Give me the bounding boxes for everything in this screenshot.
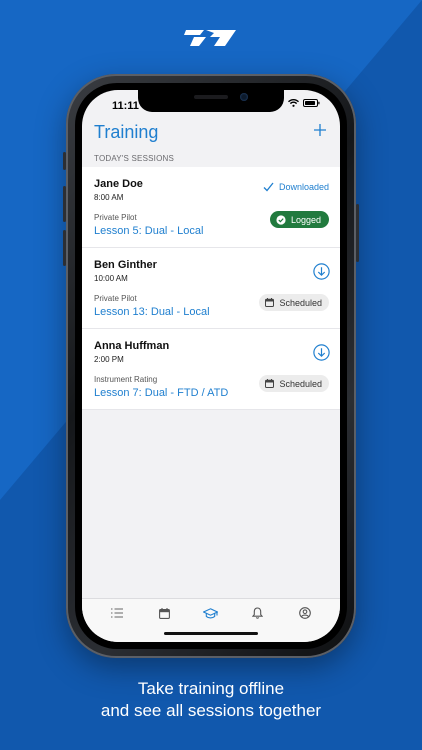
caption-line-1: Take training offline <box>137 679 285 698</box>
tab-calendar[interactable] <box>149 599 179 627</box>
status-badge: Logged <box>269 211 329 228</box>
wifi-icon <box>288 99 299 107</box>
section-label: TODAY'S SESSIONS <box>94 154 175 163</box>
download-icon[interactable] <box>313 263 330 280</box>
session-time: 8:00 AM <box>94 193 124 202</box>
list-icon <box>111 608 124 618</box>
brand-logo <box>184 30 236 46</box>
session-card[interactable]: Jane Doe 8:00 AM Private Pilot Lesson 5:… <box>82 167 340 248</box>
student-name: Ben Ginther <box>94 259 157 271</box>
status-label: Logged <box>290 214 321 225</box>
tab-profile[interactable] <box>290 599 320 627</box>
side-button <box>63 152 66 170</box>
status-label: Scheduled <box>279 297 322 308</box>
session-time: 10:00 AM <box>94 274 128 283</box>
calendar-icon <box>265 379 275 388</box>
status-label: Scheduled <box>279 378 322 389</box>
volume-up-button <box>63 186 66 222</box>
calendar-icon <box>265 298 275 307</box>
course-name: Private Pilot <box>94 294 137 303</box>
downloaded-label: Downloaded <box>278 182 329 192</box>
session-card[interactable]: Ben Ginther 10:00 AM Private Pilot Lesso… <box>82 248 340 329</box>
volume-down-button <box>63 230 66 266</box>
download-icon[interactable] <box>313 344 330 361</box>
course-name: Private Pilot <box>94 213 137 222</box>
page-title: Training <box>94 122 159 142</box>
caption-line-2: and see all sessions together <box>100 701 322 720</box>
plus-icon <box>314 124 326 136</box>
session-time: 2:00 PM <box>94 355 124 364</box>
session-card[interactable]: Anna Huffman 2:00 PM Instrument Rating L… <box>82 329 340 410</box>
checkmark-icon <box>263 182 274 192</box>
home-indicator[interactable] <box>164 632 258 635</box>
tab-bar <box>82 598 340 642</box>
power-button <box>356 204 359 262</box>
tab-notifications[interactable] <box>243 599 273 627</box>
status-badge: Scheduled <box>259 375 329 392</box>
tab-training[interactable] <box>196 599 226 627</box>
notch <box>138 90 284 112</box>
course-name: Instrument Rating <box>94 375 158 384</box>
student-name: Jane Doe <box>94 178 143 190</box>
promo-caption: Take training offline and see all sessio… <box>0 678 422 722</box>
status-time: 11:11 <box>112 100 139 112</box>
bell-icon <box>252 607 264 619</box>
student-name: Anna Huffman <box>94 340 170 352</box>
downloaded-status: Downloaded <box>263 182 329 192</box>
status-icons <box>288 99 320 107</box>
battery-icon <box>303 99 320 107</box>
phone-frame: 11:11 Training TODAY'S SESSIONS Jane Doe… <box>63 74 359 658</box>
lesson-link[interactable]: Lesson 13: Dual - Local <box>94 306 210 318</box>
session-list: Jane Doe 8:00 AM Private Pilot Lesson 5:… <box>82 167 340 410</box>
lesson-link[interactable]: Lesson 5: Dual - Local <box>94 225 203 237</box>
add-session-button[interactable] <box>314 120 326 140</box>
status-badge: Scheduled <box>259 294 329 311</box>
profile-icon <box>298 607 311 619</box>
check-circle-icon <box>276 214 286 225</box>
app-screen: 11:11 Training TODAY'S SESSIONS Jane Doe… <box>82 90 340 642</box>
tab-list[interactable] <box>102 599 132 627</box>
lesson-link[interactable]: Lesson 7: Dual - FTD / ATD <box>94 387 228 399</box>
graduation-cap-icon <box>203 607 219 618</box>
camera <box>240 93 248 101</box>
speaker <box>194 95 228 99</box>
calendar-icon <box>158 607 170 619</box>
